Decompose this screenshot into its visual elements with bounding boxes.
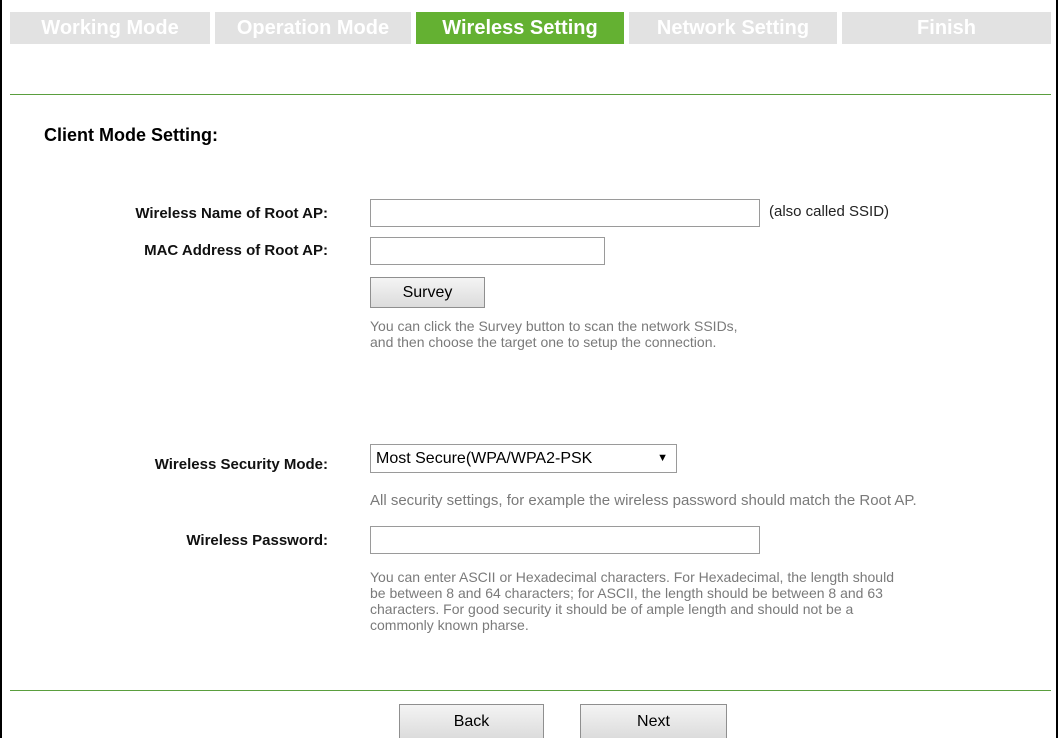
next-button[interactable]: Next xyxy=(580,704,727,738)
password-hint-line: You can enter ASCII or Hexadecimal chara… xyxy=(370,569,894,585)
back-button[interactable]: Back xyxy=(399,704,544,738)
mac-label: MAC Address of Root AP: xyxy=(144,242,328,259)
tab-operation-mode[interactable]: Operation Mode xyxy=(215,12,411,44)
password-hint-line: be between 8 and 64 characters; for ASCI… xyxy=(370,585,883,601)
security-mode-hint: All security settings, for example the w… xyxy=(370,492,917,509)
survey-hint-line: You can click the Survey button to scan … xyxy=(370,318,738,334)
security-mode-select[interactable]: Most Secure(WPA/WPA2-PSK ▼ xyxy=(370,444,677,473)
ssid-input[interactable] xyxy=(370,199,760,227)
ssid-label: Wireless Name of Root AP: xyxy=(135,205,328,222)
password-input[interactable] xyxy=(370,526,760,554)
bottom-divider xyxy=(10,690,1051,691)
password-hint: You can enter ASCII or Hexadecimal chara… xyxy=(370,569,894,633)
tab-wireless-setting[interactable]: Wireless Setting xyxy=(416,12,624,44)
tab-network-setting[interactable]: Network Setting xyxy=(629,12,837,44)
password-hint-line: commonly known pharse. xyxy=(370,617,529,633)
security-mode-label: Wireless Security Mode: xyxy=(154,456,328,473)
ssid-note: (also called SSID) xyxy=(769,203,890,220)
survey-hint-line: and then choose the target one to setup … xyxy=(370,334,717,350)
password-hint-line: characters. For good security it should … xyxy=(370,601,854,617)
password-label: Wireless Password: xyxy=(186,532,328,549)
mac-address-input[interactable] xyxy=(370,237,605,265)
survey-button[interactable]: Survey xyxy=(370,277,485,308)
survey-hint: You can click the Survey button to scan … xyxy=(370,318,738,350)
security-mode-value: Most Secure(WPA/WPA2-PSK xyxy=(376,450,593,467)
top-divider xyxy=(10,94,1051,95)
dropdown-arrow-icon: ▼ xyxy=(657,452,668,464)
wizard-step-tabs: Working Mode Operation Mode Wireless Set… xyxy=(10,12,1051,44)
section-title: Client Mode Setting: xyxy=(44,125,218,145)
tab-finish[interactable]: Finish xyxy=(842,12,1051,44)
tab-working-mode[interactable]: Working Mode xyxy=(10,12,210,44)
wizard-frame: Working Mode Operation Mode Wireless Set… xyxy=(0,0,1058,738)
